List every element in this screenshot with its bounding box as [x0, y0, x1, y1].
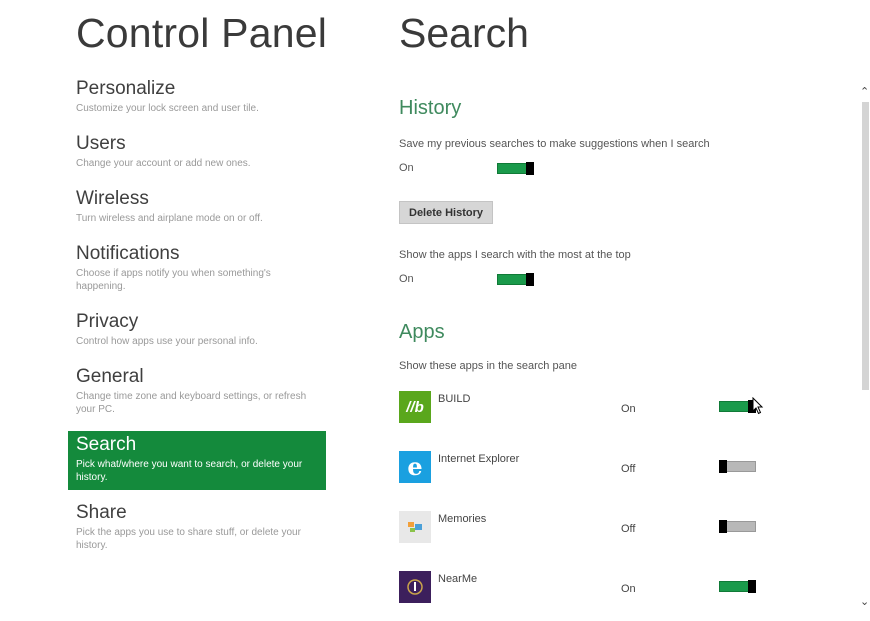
nav-item-label: General: [76, 366, 144, 387]
nav-item-description: Choose if apps notify you when something…: [76, 268, 271, 292]
nav-item-general[interactable]: General Change time zone and keyboard se…: [68, 363, 326, 422]
scroll-thumb[interactable]: [862, 102, 869, 390]
ie-icon-text: e: [407, 452, 423, 481]
scroll-up-arrow-icon[interactable]: ⌃: [860, 85, 869, 98]
save-searches-state: On: [399, 162, 414, 174]
nav-item-description: Change time zone and keyboard settings, …: [76, 391, 307, 415]
photo-icon: [408, 522, 422, 532]
delete-history-button[interactable]: Delete History: [399, 201, 493, 224]
top-apps-toggle[interactable]: [497, 273, 534, 286]
app-state: On: [621, 583, 636, 595]
nav-item-wireless[interactable]: Wireless Turn wireless and airplane mode…: [68, 185, 326, 231]
build-icon-text: //b: [406, 398, 424, 416]
apps-subtitle: Show these apps in the search pane: [399, 360, 577, 372]
toggle-knob: [719, 520, 727, 533]
compass-icon: [407, 579, 423, 595]
toggle-knob: [748, 580, 756, 593]
nearme-toggle[interactable]: [719, 580, 756, 593]
history-heading: History: [399, 97, 462, 119]
nav-item-share[interactable]: Share Pick the apps you use to share stu…: [68, 499, 326, 558]
app-row-build: //b BUILD On: [399, 391, 859, 441]
nearme-app-icon: [399, 571, 431, 603]
app-row-internet-explorer: e Internet Explorer Off: [399, 451, 859, 501]
app-row-nearme: NearMe On: [399, 571, 859, 621]
toggle-knob: [526, 162, 534, 175]
build-toggle[interactable]: [719, 400, 756, 413]
nav-item-notifications[interactable]: Notifications Choose if apps notify you …: [68, 240, 326, 299]
control-panel-title: Control Panel: [76, 10, 328, 56]
apps-heading: Apps: [399, 321, 445, 343]
save-searches-toggle[interactable]: [497, 162, 534, 175]
app-row-memories: Memories Off: [399, 511, 859, 561]
toggle-knob: [526, 273, 534, 286]
nav-item-label: Notifications: [76, 243, 180, 264]
nav-item-label: Privacy: [76, 311, 139, 332]
nav-item-privacy[interactable]: Privacy Control how apps use your person…: [68, 308, 326, 354]
app-state: On: [621, 403, 636, 415]
scroll-down-arrow-icon[interactable]: ⌄: [860, 595, 869, 608]
internet-explorer-icon: e: [399, 451, 431, 483]
app-name: NearMe: [438, 573, 478, 585]
nav-item-label: Share: [76, 502, 127, 523]
toggle-knob: [719, 460, 727, 473]
nav-item-label: Personalize: [76, 78, 176, 99]
nav-item-users[interactable]: Users Change your account or add new one…: [68, 130, 326, 176]
memories-toggle[interactable]: [719, 520, 756, 533]
app-state: Off: [621, 523, 636, 535]
nav-item-description: Pick what/where you want to search, or d…: [76, 459, 303, 483]
app-name: BUILD: [438, 393, 471, 405]
app-name: Internet Explorer: [438, 453, 520, 465]
nav-item-description: Change your account or add new ones.: [76, 158, 251, 169]
nav-item-label: Wireless: [76, 188, 149, 209]
nav-item-description: Customize your lock screen and user tile…: [76, 103, 259, 114]
build-app-icon: //b: [399, 391, 431, 423]
save-searches-label: Save my previous searches to make sugges…: [399, 138, 710, 150]
nav-item-label: Search: [76, 434, 137, 455]
app-state: Off: [621, 463, 636, 475]
memories-app-icon: [399, 511, 431, 543]
app-name: Memories: [438, 513, 487, 525]
nav-item-personalize[interactable]: Personalize Customize your lock screen a…: [68, 75, 326, 121]
nav-item-description: Pick the apps you use to share stuff, or…: [76, 527, 301, 551]
mouse-cursor-icon: [752, 397, 764, 415]
scrollbar[interactable]: ⌃ ⌄: [859, 82, 870, 608]
nav-item-description: Turn wireless and airplane mode on or of…: [76, 213, 263, 224]
internet-explorer-toggle[interactable]: [719, 460, 756, 473]
nav-item-description: Control how apps use your personal info.: [76, 336, 258, 347]
top-apps-state: On: [399, 273, 414, 285]
settings-nav: Personalize Customize your lock screen a…: [68, 75, 326, 567]
nav-item-label: Users: [76, 133, 126, 154]
top-apps-label: Show the apps I search with the most at …: [399, 249, 631, 261]
nav-item-search[interactable]: Search Pick what/where you want to searc…: [68, 431, 326, 490]
page-title: Search: [399, 10, 529, 56]
